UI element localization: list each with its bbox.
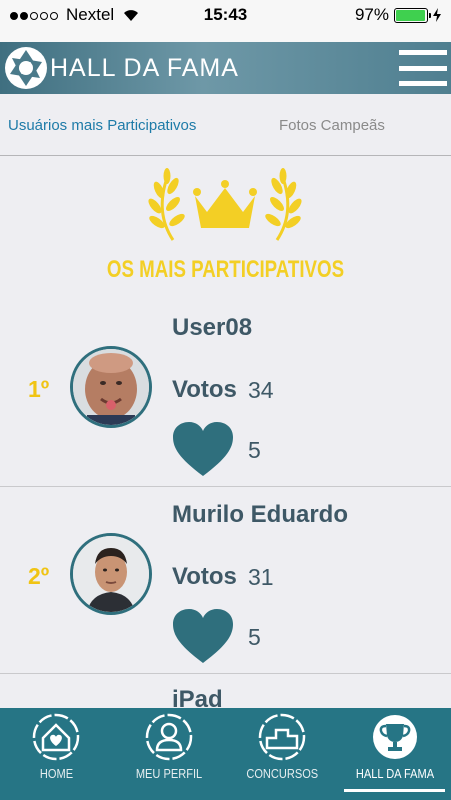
nav-hall-da-fama[interactable]: HALL DA FAMA <box>338 708 451 800</box>
votes-label: Votos <box>172 376 237 403</box>
heart-icon[interactable] <box>171 420 235 478</box>
tab-usuarios-participativos[interactable]: Usuários mais Participativos <box>8 117 196 134</box>
nav-label: CONCURSOS <box>245 766 318 781</box>
trophy-icon <box>372 715 417 759</box>
battery-info: 97% <box>355 5 441 25</box>
user-profile-icon <box>145 713 193 761</box>
nav-concursos[interactable]: CONCURSOS <box>226 708 339 800</box>
nav-label: HALL DA FAMA <box>355 766 434 781</box>
nav-home[interactable]: HOME <box>0 708 113 800</box>
nav-meu-perfil[interactable]: MEU PERFIL <box>113 708 226 800</box>
nav-label: MEU PERFIL <box>135 766 203 781</box>
camera-shutter-icon <box>5 47 47 89</box>
podium-icon <box>258 713 306 761</box>
likes-count: 5 <box>248 437 261 463</box>
avatar[interactable] <box>70 533 152 615</box>
user-name: User08 <box>172 314 253 341</box>
rank-position: 1º <box>28 376 50 402</box>
ranking-list: 1º User08 Votos 34 5 2º Murilo Eduardo V… <box>0 300 451 674</box>
hero-section: OS MAIS PARTICIPATIVOS <box>0 168 451 288</box>
bottom-navigation: HOME MEU PERFIL CONCURSOS HALL DA FAMA <box>0 708 451 800</box>
status-bar: Nextel 15:43 97% <box>0 0 451 42</box>
heart-icon[interactable] <box>171 607 235 665</box>
tab-fotos-campeas[interactable]: Fotos Campeãs <box>279 117 385 134</box>
home-heart-icon <box>33 713 80 761</box>
ranking-row[interactable]: 2º Murilo Eduardo Votos 31 5 <box>0 487 451 674</box>
nav-label: HOME <box>39 766 73 781</box>
battery-percent: 97% <box>354 5 389 24</box>
hero-title: OS MAIS PARTICIPATIVOS <box>106 256 345 283</box>
votes-count: 34 <box>248 377 274 403</box>
charging-bolt-icon <box>433 8 441 22</box>
votes-label: Votos <box>172 563 237 590</box>
tab-bar: Usuários mais Participativos Fotos Campe… <box>0 94 451 156</box>
rank-position: 2º <box>28 563 50 589</box>
app-header: HALL DA FAMA <box>0 42 451 94</box>
likes-count: 5 <box>248 624 261 650</box>
ranking-row[interactable]: 1º User08 Votos 34 5 <box>0 300 451 487</box>
votes-count: 31 <box>248 564 274 590</box>
crown-laurel-icon <box>148 168 302 241</box>
battery-icon <box>394 7 431 23</box>
header-title: HALL DA FAMA <box>50 53 239 82</box>
avatar[interactable] <box>70 346 152 428</box>
user-name: Murilo Eduardo <box>172 501 348 528</box>
hamburger-menu-icon[interactable] <box>399 46 447 90</box>
